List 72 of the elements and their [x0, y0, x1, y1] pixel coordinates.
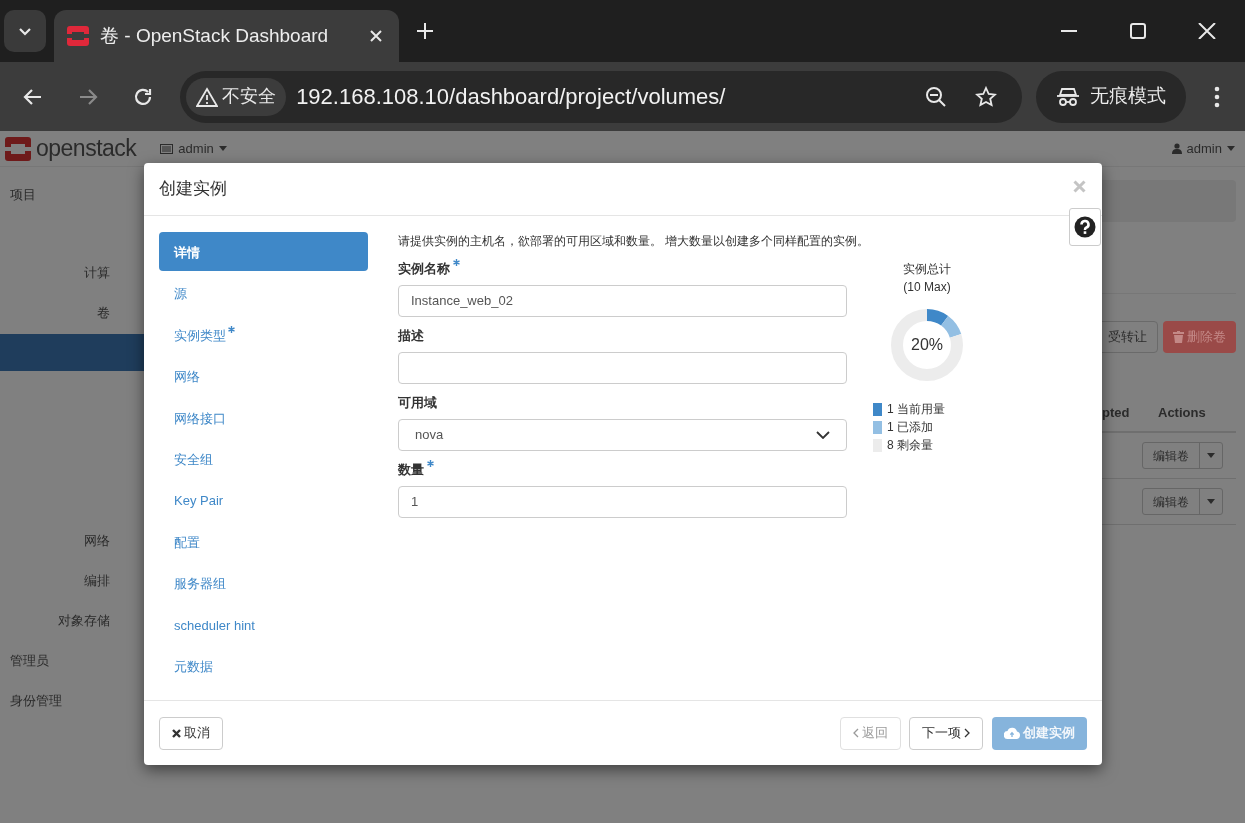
warning-icon: [196, 86, 219, 107]
legend-label: 1 当前用量: [887, 401, 945, 418]
sidebar-item[interactable]: 编排: [0, 561, 144, 601]
arrow-left-icon: [22, 86, 43, 107]
logo-text: openstack: [36, 134, 137, 164]
legend-label: 8 剩余量: [887, 437, 933, 454]
field-label: 描述: [398, 327, 424, 345]
edit-volume-button[interactable]: 编辑卷: [1143, 443, 1200, 468]
address-bar[interactable]: 不安全 192.168.108.10/dashboard/project/volumes/: [180, 70, 1022, 123]
edit-volume-button[interactable]: 编辑卷: [1143, 489, 1200, 514]
sidebar-item[interactable]: 管理员: [0, 641, 144, 681]
sidebar-item[interactable]: 对象存储: [0, 601, 144, 641]
legend-label: 1 已添加: [887, 419, 933, 436]
close-icon: [1197, 23, 1216, 39]
caret-icon: [218, 146, 227, 151]
zoom-out-icon: [924, 85, 947, 108]
caret-icon: [1207, 499, 1215, 504]
input-field[interactable]: [398, 352, 847, 384]
user-menu[interactable]: admin: [1171, 138, 1235, 159]
quota-title: 实例总计: [903, 261, 951, 278]
availability-zone-select[interactable]: nova: [398, 419, 847, 451]
percent-label: 20%: [910, 336, 944, 354]
caret-icon: [1227, 146, 1235, 151]
incognito-button[interactable]: 无痕模式: [1035, 70, 1186, 123]
column-header: pted: [1102, 404, 1131, 423]
reload-icon: [133, 86, 154, 107]
arrow-right-icon: [78, 86, 99, 107]
incognito-icon: [1055, 86, 1080, 107]
cancel-button[interactable]: 取消: [159, 716, 223, 750]
modal-title: 创建实例: [159, 178, 227, 201]
field-label: 数量: [398, 461, 424, 479]
sidebar-item[interactable]: 身份管理: [0, 681, 144, 721]
minimize-icon: [1059, 30, 1078, 32]
close-icon: [172, 728, 181, 738]
close-icon: [1072, 179, 1086, 193]
monitor-icon: [160, 143, 174, 154]
sidebar-item[interactable]: 计算: [0, 253, 144, 293]
chevron-right-icon: [964, 728, 970, 738]
plus-icon: [416, 22, 434, 40]
tab-title: 卷 - OpenStack Dashboard: [100, 23, 330, 48]
cloud-upload-icon: [1004, 727, 1020, 739]
field-label: 可用域: [398, 394, 437, 412]
browser-tab[interactable]: 卷 - OpenStack Dashboard: [54, 10, 399, 62]
next-button[interactable]: 下一项: [909, 716, 983, 750]
field-label: 实例名称: [398, 260, 450, 278]
help-button[interactable]: [1069, 208, 1101, 246]
input-field[interactable]: Instance_web_02: [398, 285, 847, 317]
intro-text: 请提供实例的主机名，欲部署的可用区域和数量。 增大数量以创建多个同样配置的实例。: [398, 233, 870, 250]
column-header: Actions: [1158, 404, 1206, 423]
more-icon: [1214, 85, 1221, 108]
sidebar-item[interactable]: 网络: [0, 521, 144, 561]
star-icon: [974, 85, 997, 108]
caret-icon: [1207, 453, 1215, 458]
project-menu[interactable]: admin: [160, 138, 227, 159]
security-chip[interactable]: 不安全: [186, 77, 287, 116]
chevron-down-icon: [816, 431, 830, 439]
sidebar-item[interactable]: 卷: [0, 293, 144, 333]
user-icon: [1171, 143, 1182, 154]
trash-icon: [1173, 331, 1184, 343]
wizard-step[interactable]: 详情: [159, 232, 368, 271]
chevron-left-icon: [853, 728, 859, 738]
maximize-icon: [1128, 23, 1147, 39]
help-icon: [1074, 216, 1096, 238]
openstack-logo-icon: [4, 135, 32, 162]
quota-subtitle: (10 Max): [903, 279, 951, 296]
input-field[interactable]: 1: [398, 486, 847, 518]
sidebar-item[interactable]: 项目: [0, 175, 144, 215]
chevron-down-icon: [18, 26, 32, 36]
close-icon: [369, 29, 383, 43]
openstack-logo-icon: [66, 24, 90, 48]
delete-volume-button[interactable]: 删除卷: [1163, 321, 1236, 353]
url-text: 192.168.108.10/dashboard/project/volumes/: [296, 83, 727, 111]
